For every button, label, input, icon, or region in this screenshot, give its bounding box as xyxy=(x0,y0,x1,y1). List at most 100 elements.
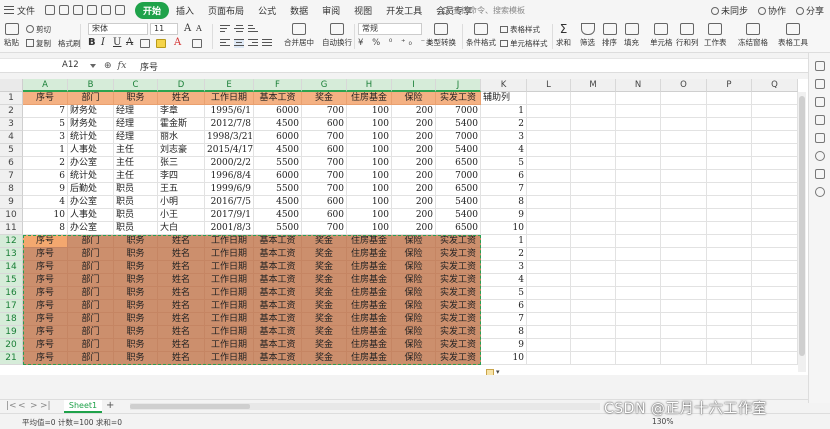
table-cell[interactable]: 1998/3/21 xyxy=(205,131,254,144)
freeze-panes-button[interactable]: 冻结窗格 xyxy=(738,23,768,48)
table-cell[interactable]: 职务 xyxy=(114,300,158,313)
help-icon[interactable] xyxy=(815,151,825,161)
table-cell[interactable] xyxy=(752,352,798,365)
undo-icon[interactable] xyxy=(101,5,112,15)
table-cell[interactable] xyxy=(616,183,661,196)
font-size-select[interactable]: 11 xyxy=(150,23,178,35)
table-cell[interactable]: 奖金 xyxy=(302,339,347,352)
table-cell[interactable] xyxy=(616,157,661,170)
table-cell[interactable]: 6000 xyxy=(254,170,302,183)
table-cell[interactable]: 实发工资 xyxy=(436,339,481,352)
table-cell[interactable]: 霍金斯 xyxy=(158,118,205,131)
table-cell[interactable] xyxy=(571,105,616,118)
table-cell[interactable] xyxy=(571,183,616,196)
bold-button[interactable]: B xyxy=(88,37,96,48)
table-cell[interactable] xyxy=(707,248,752,261)
table-cell[interactable]: 5500 xyxy=(254,157,302,170)
print-preview-icon[interactable] xyxy=(87,5,98,15)
worksheet-button[interactable]: 工作表 xyxy=(704,23,727,48)
table-cell[interactable]: 4500 xyxy=(254,196,302,209)
table-cell[interactable]: 2 xyxy=(23,157,68,170)
table-cell[interactable]: 保险 xyxy=(392,313,436,326)
table-cell[interactable] xyxy=(616,274,661,287)
table-cell[interactable]: 4500 xyxy=(254,144,302,157)
align-center-icon[interactable] xyxy=(234,39,244,48)
table-cell[interactable]: 7000 xyxy=(436,170,481,183)
table-cell[interactable] xyxy=(616,300,661,313)
table-cell[interactable]: 实发工资 xyxy=(436,287,481,300)
select-icon[interactable] xyxy=(815,79,825,89)
table-cell[interactable]: 4 xyxy=(481,274,527,287)
table-cell[interactable]: 经理 xyxy=(114,118,158,131)
align-middle-icon[interactable] xyxy=(234,25,244,34)
table-cell[interactable] xyxy=(752,196,798,209)
table-cell[interactable]: 职务 xyxy=(114,287,158,300)
table-cell[interactable] xyxy=(571,92,616,105)
type-convert-button[interactable]: 类型转换 xyxy=(426,23,456,48)
zoom-level[interactable]: 130% xyxy=(652,417,673,426)
table-cell[interactable]: 部门 xyxy=(68,261,114,274)
table-cell[interactable] xyxy=(661,105,707,118)
table-cell[interactable] xyxy=(707,144,752,157)
row-header[interactable]: 12 xyxy=(0,235,23,248)
paste-button[interactable]: 粘贴 xyxy=(4,23,19,48)
table-cell[interactable]: 工作日期 xyxy=(205,235,254,248)
table-cell[interactable]: 办公室 xyxy=(68,196,114,209)
table-cell[interactable]: 实发工资 xyxy=(436,313,481,326)
table-cell[interactable] xyxy=(752,248,798,261)
row-header[interactable]: 14 xyxy=(0,261,23,274)
table-cell[interactable]: 姓名 xyxy=(158,352,205,365)
table-cell[interactable]: 2015/4/17 xyxy=(205,144,254,157)
tab-formulas[interactable]: 公式 xyxy=(251,4,283,17)
table-cell[interactable]: 基本工资 xyxy=(254,248,302,261)
align-right-icon[interactable] xyxy=(248,39,258,48)
table-cell[interactable]: 部门 xyxy=(68,287,114,300)
fill-color-icon[interactable] xyxy=(156,39,166,48)
table-cell[interactable] xyxy=(527,352,571,365)
table-cell[interactable]: 5 xyxy=(481,287,527,300)
table-cell[interactable]: 大白 xyxy=(158,222,205,235)
first-sheet-icon[interactable]: |< xyxy=(6,401,17,411)
row-header[interactable]: 6 xyxy=(0,157,23,170)
table-cell[interactable] xyxy=(616,326,661,339)
table-cell[interactable]: 刘志豪 xyxy=(158,144,205,157)
format-painter-button[interactable]: 格式刷 xyxy=(58,38,81,49)
table-cell[interactable]: 200 xyxy=(392,196,436,209)
table-cell[interactable]: 奖金 xyxy=(302,300,347,313)
table-cell[interactable]: 姓名 xyxy=(158,313,205,326)
table-cell[interactable]: 财务处 xyxy=(68,118,114,131)
number-format-select[interactable]: 常规 xyxy=(358,23,422,35)
table-cell[interactable] xyxy=(661,170,707,183)
table-cell[interactable]: 部门 xyxy=(68,235,114,248)
table-cell[interactable]: 2017/9/1 xyxy=(205,209,254,222)
sum-button[interactable]: Σ 求和 xyxy=(556,23,571,48)
collaborate-button[interactable]: 协作 xyxy=(757,4,786,17)
table-cell[interactable]: 100 xyxy=(347,157,392,170)
table-cell[interactable]: 实发工资 xyxy=(436,261,481,274)
next-sheet-icon[interactable]: > xyxy=(30,401,38,411)
table-cell[interactable]: 序号 xyxy=(23,248,68,261)
table-cell[interactable]: 主任 xyxy=(114,144,158,157)
font-name-select[interactable]: 宋体 xyxy=(88,23,148,35)
table-cell[interactable]: 人事处 xyxy=(68,209,114,222)
table-cell[interactable]: 序号 xyxy=(23,300,68,313)
table-cell[interactable]: 奖金 xyxy=(302,261,347,274)
add-sheet-icon[interactable]: + xyxy=(106,400,114,411)
table-cell[interactable] xyxy=(616,105,661,118)
table-cell[interactable]: 职务 xyxy=(114,274,158,287)
merge-center-button[interactable]: 合并居中 xyxy=(284,23,314,48)
table-cell[interactable] xyxy=(527,287,571,300)
table-cell[interactable]: 6500 xyxy=(436,183,481,196)
row-header[interactable]: 21 xyxy=(0,352,23,365)
table-cell[interactable] xyxy=(707,183,752,196)
table-cell[interactable] xyxy=(752,326,798,339)
table-cell[interactable]: 姓名 xyxy=(158,248,205,261)
column-header[interactable]: H xyxy=(347,79,392,92)
share-button[interactable]: 分享 xyxy=(795,4,824,17)
clear-format-icon[interactable] xyxy=(192,39,202,48)
table-cell[interactable] xyxy=(707,92,752,105)
formula-input[interactable]: 序号 xyxy=(140,60,158,73)
table-cell[interactable]: 张三 xyxy=(158,157,205,170)
table-cell[interactable]: 部门 xyxy=(68,313,114,326)
table-cell[interactable]: 100 xyxy=(347,222,392,235)
